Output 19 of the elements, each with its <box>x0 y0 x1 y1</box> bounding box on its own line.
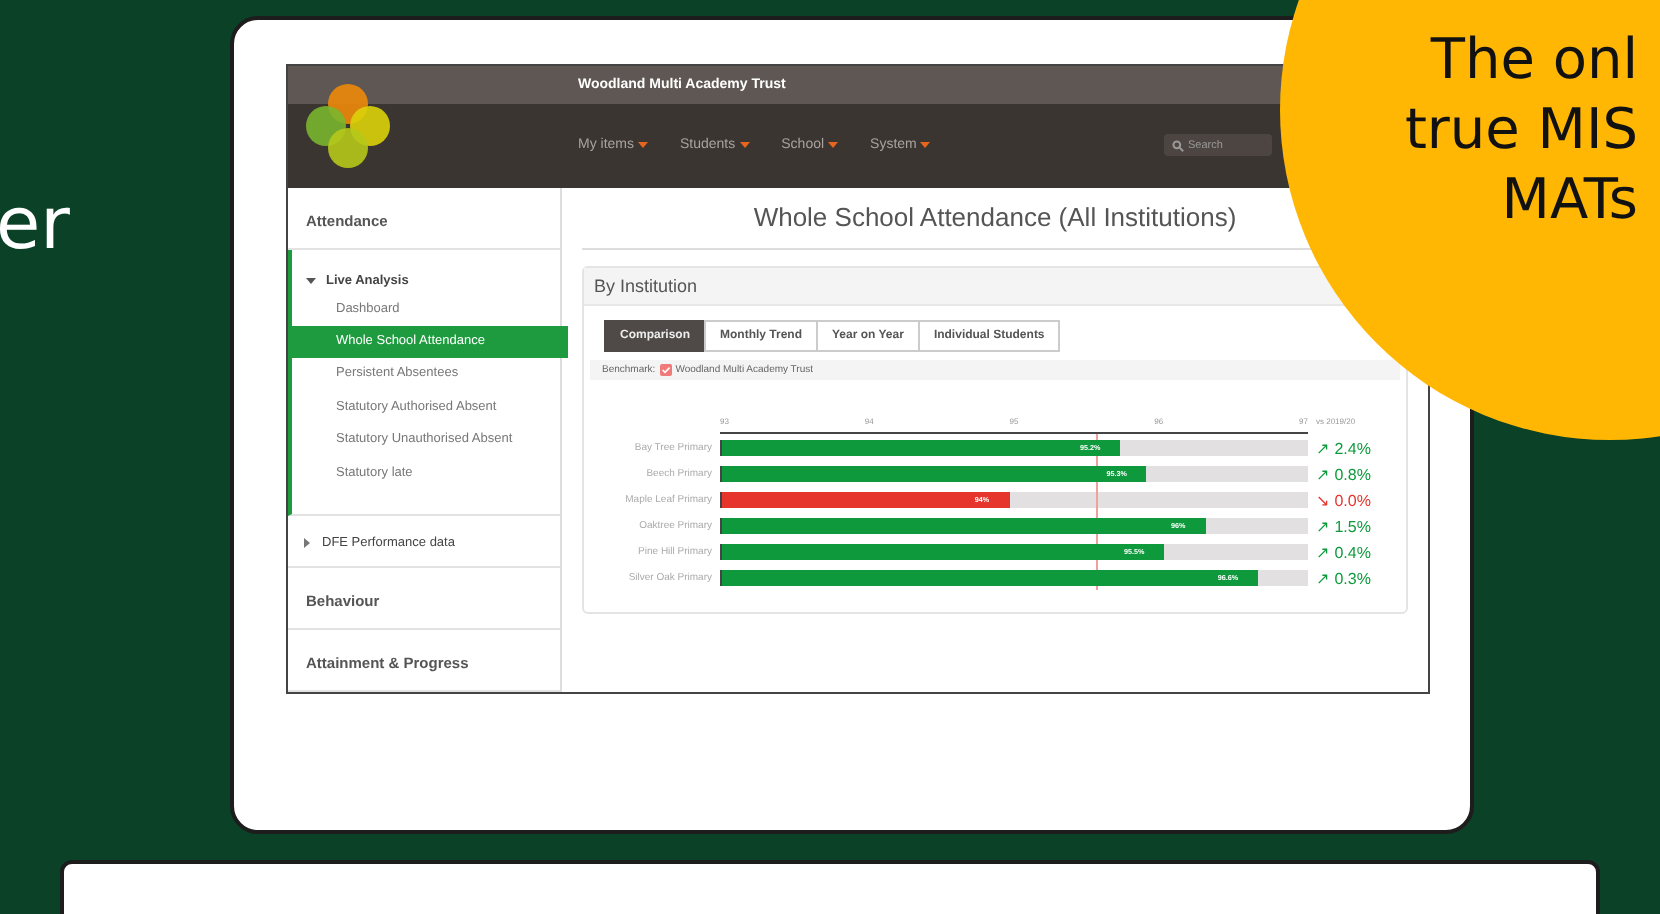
callout-text: true MIS <box>1404 94 1638 164</box>
change-value: ↗ 1.5% <box>1316 517 1373 536</box>
change-value: ↗ 0.8% <box>1316 465 1373 484</box>
panel-title: By Institution <box>594 275 698 296</box>
change-value: ↗ 0.3% <box>1316 569 1373 588</box>
change-value: ↗ 2.4% <box>1316 439 1373 458</box>
change-value: ↗ 0.4% <box>1316 543 1373 562</box>
headline-text: er <box>0 184 70 266</box>
expander-icon <box>306 276 316 287</box>
caret-icon <box>739 142 750 149</box>
logo-icon <box>304 81 392 170</box>
callout-text: The onl <box>1430 24 1638 94</box>
caret-icon <box>920 142 931 149</box>
caret-icon <box>828 142 839 149</box>
callout-text: MATs <box>1501 164 1638 234</box>
expander-icon <box>302 537 312 547</box>
change-value: ↘ 0.0% <box>1316 491 1373 510</box>
caret-icon <box>638 142 648 149</box>
search-icon <box>1172 140 1184 153</box>
